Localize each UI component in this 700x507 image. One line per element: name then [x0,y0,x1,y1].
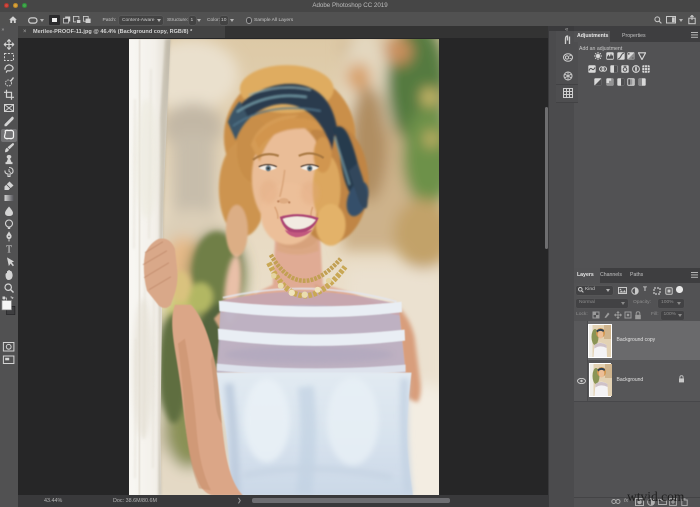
svg-text:T: T [6,245,12,256]
